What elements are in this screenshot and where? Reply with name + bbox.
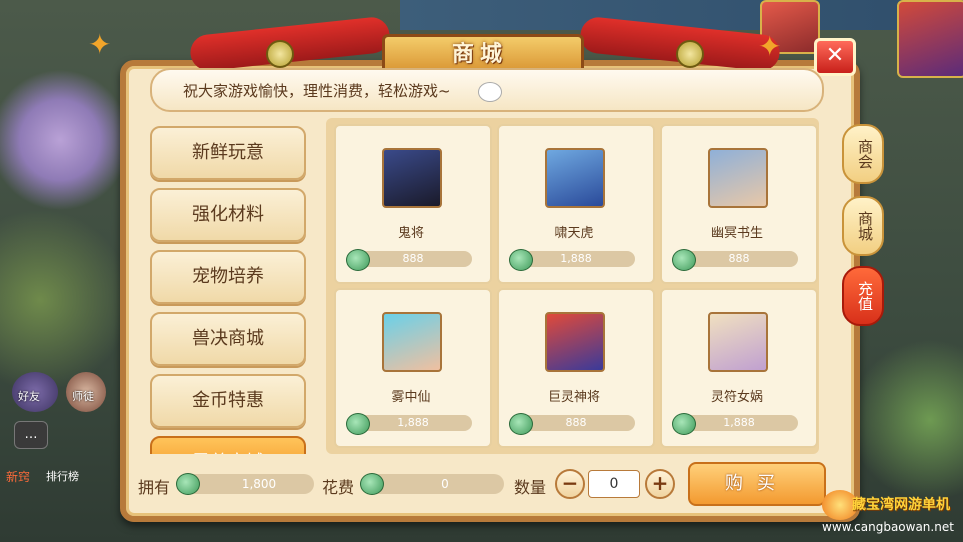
- cat-mascot-icon: [478, 82, 502, 102]
- item-price: 1,888: [397, 416, 429, 429]
- category-spirit-beast[interactable]: 灵兽商城: [150, 436, 306, 454]
- item-portrait: [545, 148, 605, 208]
- item-portrait: [708, 312, 768, 372]
- minus-button[interactable]: −: [555, 469, 585, 499]
- item-name: 灵符女娲: [710, 390, 763, 405]
- item-portrait: [545, 312, 605, 372]
- close-icon[interactable]: ✕: [814, 38, 856, 76]
- item-price: 888: [565, 416, 587, 429]
- greeting-text: 祝大家游戏愉快，理性消费，轻松游戏~: [183, 82, 451, 100]
- category-fresh[interactable]: 新鲜玩意: [150, 126, 306, 180]
- item-name: 幽冥书生: [710, 226, 763, 241]
- item-name: 鬼将: [397, 226, 424, 241]
- rank-label[interactable]: 排行榜: [46, 468, 79, 484]
- item-name: 雾中仙: [391, 390, 431, 405]
- item-portrait: [382, 148, 442, 208]
- item-name: 巨灵神将: [547, 390, 600, 405]
- shop-title: 商城: [451, 42, 508, 67]
- jade-coin-icon: [672, 413, 696, 435]
- buy-button[interactable]: 购买: [688, 462, 826, 506]
- jade-coin-icon: [346, 249, 370, 271]
- watermark-name: 藏宝湾网游单机: [852, 497, 950, 513]
- watermark-url: www.cangbaowan.net: [822, 520, 954, 534]
- jade-coin-icon: [509, 413, 533, 435]
- item-portrait: [382, 312, 442, 372]
- tab-shop[interactable]: 商城: [842, 196, 884, 256]
- jade-coin-icon: [672, 249, 696, 271]
- category-gold-deal[interactable]: 金币特惠: [150, 374, 306, 428]
- maple-leaf-icon: ✦: [88, 28, 112, 61]
- jade-coin-icon: [360, 473, 384, 495]
- plus-button[interactable]: +: [645, 469, 675, 499]
- category-pet[interactable]: 宠物培养: [150, 250, 306, 304]
- quantity-input[interactable]: 0: [588, 470, 640, 498]
- item-price: 1,888: [723, 416, 755, 429]
- category-enhance[interactable]: 强化材料: [150, 188, 306, 242]
- category-skill-book[interactable]: 兽决商城: [150, 312, 306, 366]
- item-name: 啸天虎: [554, 226, 594, 241]
- jade-coin-icon: [176, 473, 200, 495]
- friend-label: 好友: [18, 390, 40, 403]
- item-price: 1,888: [560, 252, 592, 265]
- tab-recharge[interactable]: 充值: [842, 266, 884, 326]
- cost-value: 0: [441, 477, 449, 491]
- cost-label: 花费: [322, 478, 355, 497]
- item-price: 888: [728, 252, 750, 265]
- scroll-roller-right: [676, 40, 704, 68]
- item-price: 888: [402, 252, 424, 265]
- category-list: 新鲜玩意 强化材料 宠物培养 兽决商城 金币特惠 灵兽商城: [148, 124, 308, 454]
- quantity-label: 数量: [514, 478, 547, 497]
- news-label[interactable]: 新窍: [6, 468, 30, 485]
- mentor-label: 师徒: [72, 390, 94, 403]
- jade-coin-icon: [509, 249, 533, 271]
- tab-chamber[interactable]: 商会: [842, 124, 884, 184]
- scroll-roller-left: [266, 40, 294, 68]
- chat-icon[interactable]: …: [14, 421, 48, 449]
- own-label: 拥有: [138, 478, 171, 497]
- own-value: 1,800: [241, 477, 277, 491]
- player-avatar[interactable]: [897, 0, 963, 78]
- item-portrait: [708, 148, 768, 208]
- maple-leaf-icon: ✦: [758, 30, 782, 63]
- jade-coin-icon: [346, 413, 370, 435]
